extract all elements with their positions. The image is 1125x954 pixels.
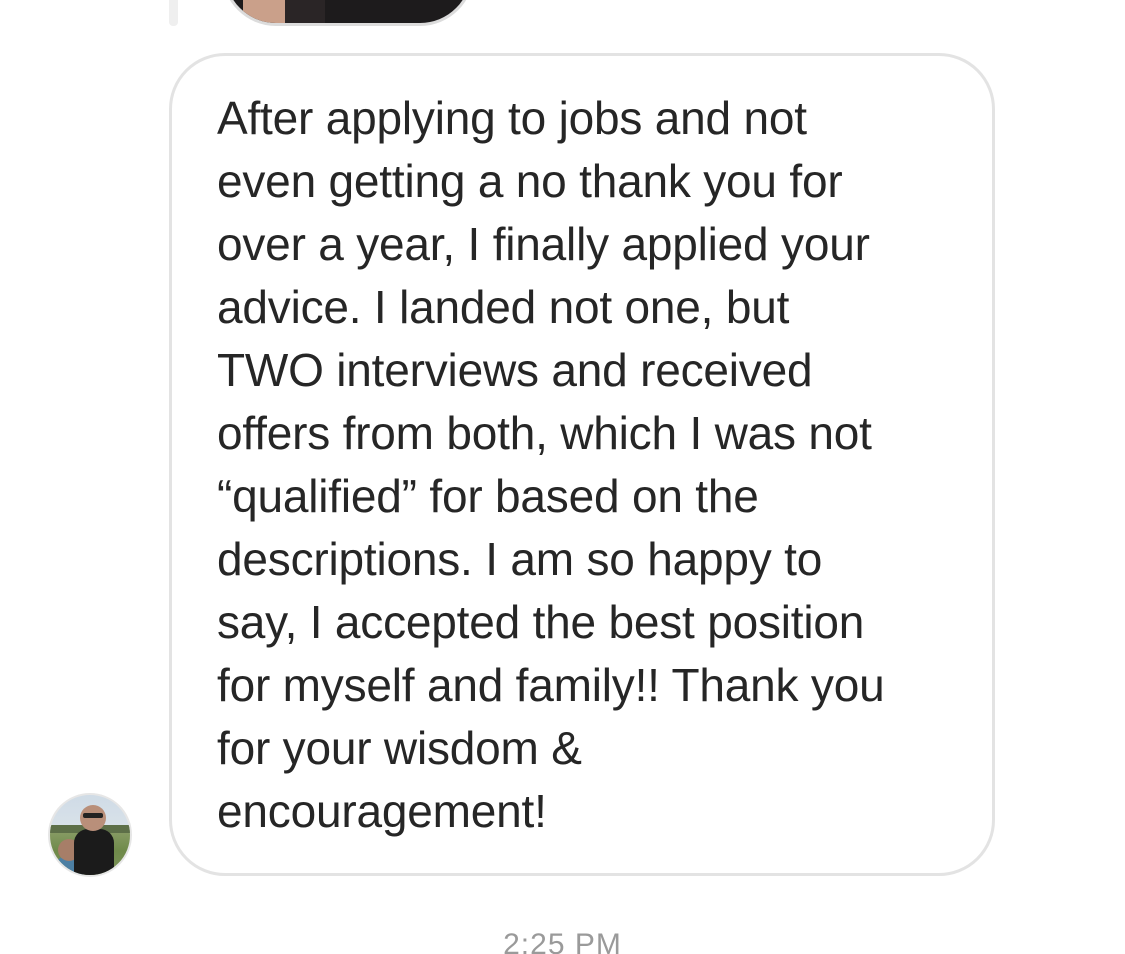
avatar-photo-detail	[83, 813, 103, 818]
previous-shared-photo[interactable]	[222, 0, 474, 26]
message-timestamp: 2:25 PM	[503, 928, 622, 954]
message-text: After applying to jobs and not even gett…	[217, 92, 885, 837]
sender-avatar[interactable]	[48, 793, 132, 877]
avatar-photo-detail	[80, 805, 106, 831]
avatar-photo-detail	[74, 829, 114, 875]
chat-screen: After applying to jobs and not even gett…	[0, 0, 1125, 954]
photo-detail	[285, 0, 325, 23]
reply-indicator-bar	[169, 0, 178, 26]
